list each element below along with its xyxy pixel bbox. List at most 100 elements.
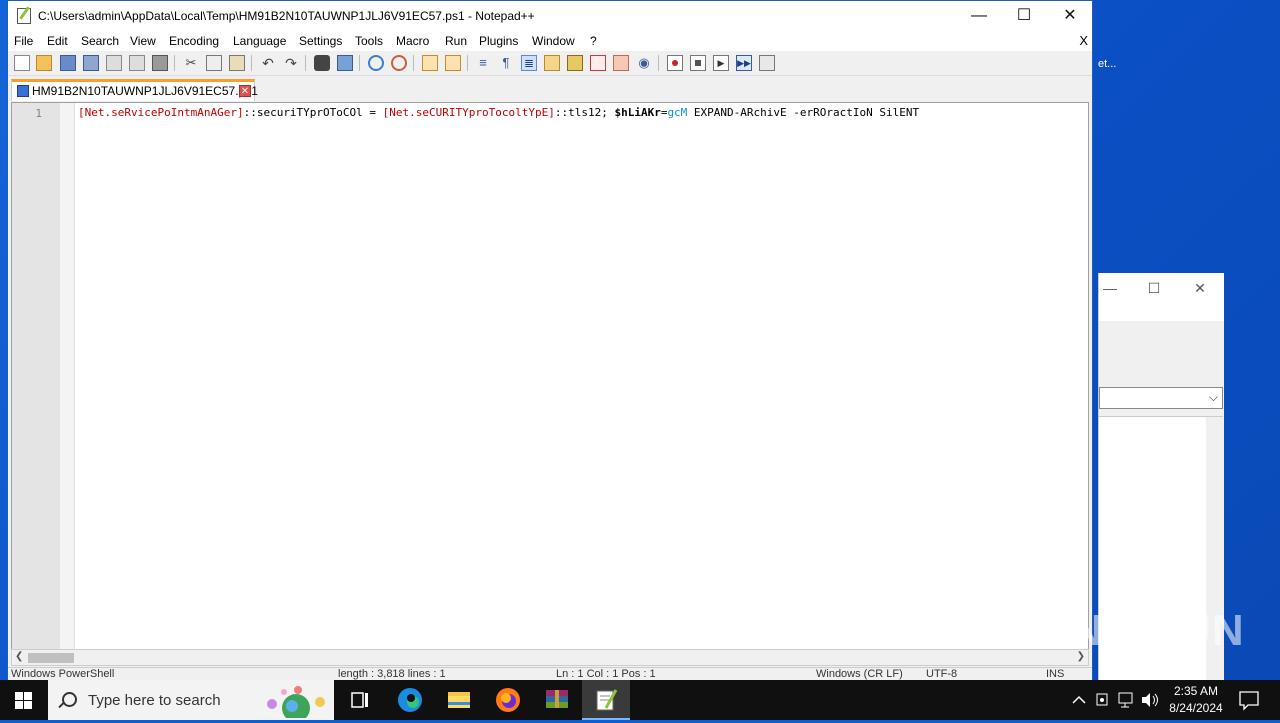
sync-vertical-icon[interactable]: [422, 55, 438, 71]
code-line[interactable]: [Net.seRvicePoIntmAnAGer]::securiTYprOTo…: [78, 106, 919, 119]
taskbar-firefox[interactable]: [484, 680, 532, 720]
tab-document[interactable]: HM91B2N10TAUWNP1JLJ6V91EC57.ps1 ✕: [11, 79, 258, 101]
background-window-combo[interactable]: ⌵: [1099, 387, 1223, 409]
function-list-icon[interactable]: [590, 55, 606, 71]
menu-language[interactable]: Language: [233, 34, 286, 48]
monitoring-icon[interactable]: ◉: [636, 55, 652, 71]
toolbar-separator: [413, 55, 414, 71]
save-macro-icon[interactable]: [759, 55, 775, 71]
volume-icon: [1142, 693, 1158, 707]
zoom-out-icon[interactable]: [391, 55, 407, 71]
close-document-icon[interactable]: X: [1079, 33, 1088, 48]
tray-network-button[interactable]: [1115, 680, 1137, 720]
run-multiple-icon[interactable]: ▶▶: [736, 55, 752, 71]
tab-close-icon[interactable]: ✕: [239, 85, 251, 97]
word-wrap-icon[interactable]: ≡: [475, 55, 491, 71]
start-button[interactable]: [0, 680, 48, 720]
paste-icon[interactable]: [229, 55, 245, 71]
menu-run[interactable]: Run: [445, 34, 467, 48]
menu-help[interactable]: ?: [590, 34, 597, 48]
maximize-button[interactable]: ☐: [1001, 1, 1047, 31]
task-view-button[interactable]: [336, 680, 384, 720]
status-mode: INS: [1046, 668, 1065, 680]
editor[interactable]: 1 [Net.seRvicePoIntmAnAGer]::securiTYprO…: [11, 102, 1089, 650]
record-macro-icon[interactable]: [667, 55, 683, 71]
firefox-icon: [496, 688, 520, 712]
taskbar-notepadpp[interactable]: [582, 680, 630, 720]
title-bar[interactable]: C:\Users\admin\AppData\Local\Temp\HM91B2…: [8, 1, 1092, 31]
clock-date: 8/24/2024: [1169, 701, 1223, 715]
menu-view[interactable]: View: [130, 34, 156, 48]
menu-file[interactable]: File: [14, 34, 33, 48]
code-token-operator: ::tls12;: [554, 106, 615, 119]
toolbar-separator: [467, 55, 468, 71]
folder-as-workspace-icon[interactable]: [613, 55, 629, 71]
tab-bar: HM91B2N10TAUWNP1JLJ6V91EC57.ps1 ✕: [8, 77, 1092, 101]
background-window-titlebar[interactable]: — ☐ ✕: [1099, 273, 1224, 321]
close-button[interactable]: ✕: [1047, 1, 1093, 31]
status-language: Windows PowerShell: [11, 668, 115, 680]
tab-label: HM91B2N10TAUWNP1JLJ6V91EC57.ps1: [32, 84, 258, 98]
taskbar-winrar[interactable]: [533, 680, 581, 720]
playback-icon[interactable]: ▶: [713, 55, 729, 71]
save-all-icon[interactable]: [83, 55, 99, 71]
menu-search[interactable]: Search: [81, 34, 119, 48]
network-icon: [1118, 692, 1133, 708]
fold-margin[interactable]: [60, 103, 75, 649]
menu-window[interactable]: Window: [532, 34, 575, 48]
find-icon[interactable]: [314, 55, 330, 71]
desktop-item-label[interactable]: et...: [1098, 58, 1116, 70]
notifications-button[interactable]: [1234, 680, 1264, 720]
zoom-in-icon[interactable]: [368, 55, 384, 71]
menu-macro[interactable]: Macro: [396, 34, 429, 48]
taskbar-edge[interactable]: [386, 680, 434, 720]
code-token-variable: $hLiAKr: [614, 106, 661, 119]
menu-encoding[interactable]: Encoding: [169, 34, 219, 48]
menu-settings[interactable]: Settings: [299, 34, 342, 48]
minimize-icon[interactable]: —: [1095, 277, 1125, 299]
chevron-down-icon[interactable]: ⌵: [1209, 390, 1218, 405]
notepadpp-window[interactable]: C:\Users\admin\AppData\Local\Temp\HM91B2…: [7, 0, 1093, 682]
show-hidden-icons-button[interactable]: [1068, 680, 1090, 720]
user-defined-language-icon[interactable]: [544, 55, 560, 71]
toolbar-separator: [359, 55, 360, 71]
undo-icon[interactable]: ↶: [260, 55, 276, 71]
search-box[interactable]: Type here to search: [48, 680, 334, 720]
horizontal-scrollbar[interactable]: ❮ ❯: [11, 649, 1089, 666]
status-eol: Windows (CR LF): [816, 668, 903, 680]
menu-plugins[interactable]: Plugins: [479, 34, 518, 48]
taskbar-file-explorer[interactable]: [435, 680, 483, 720]
line-number: 1: [35, 107, 42, 120]
maximize-icon[interactable]: ☐: [1139, 277, 1169, 299]
replace-icon[interactable]: [337, 55, 353, 71]
document-map-icon[interactable]: [567, 55, 583, 71]
minimize-button[interactable]: —: [956, 1, 1002, 31]
scroll-thumb[interactable]: [28, 653, 74, 663]
close-all-icon[interactable]: [129, 55, 145, 71]
task-view-icon: [351, 692, 368, 708]
indent-guide-icon[interactable]: ≣: [521, 55, 537, 71]
save-status-icon: [17, 85, 29, 97]
scroll-left-icon[interactable]: ❮: [15, 651, 23, 662]
close-file-icon[interactable]: [106, 55, 122, 71]
cut-icon[interactable]: ✂: [183, 55, 199, 71]
watermark-logo: ANY RUN: [1038, 606, 1245, 655]
tray-device-button[interactable]: [1092, 680, 1114, 720]
tray-volume-button[interactable]: [1139, 680, 1161, 720]
print-icon[interactable]: [152, 55, 168, 71]
save-icon[interactable]: [60, 55, 76, 71]
open-folder-icon[interactable]: [36, 55, 52, 71]
clock[interactable]: 2:35 AM 8/24/2024: [1160, 683, 1232, 717]
stop-recording-icon[interactable]: [690, 55, 706, 71]
status-encoding: UTF-8: [926, 668, 958, 680]
new-file-icon[interactable]: [14, 55, 30, 71]
menu-edit[interactable]: Edit: [47, 34, 68, 48]
notepadpp-app-icon: [17, 8, 31, 24]
redo-icon[interactable]: ↷: [283, 55, 299, 71]
copy-icon[interactable]: [206, 55, 222, 71]
sync-horizontal-icon[interactable]: [445, 55, 461, 71]
show-all-characters-icon[interactable]: ¶: [498, 55, 514, 71]
folder-icon: [448, 692, 470, 708]
menu-tools[interactable]: Tools: [355, 34, 383, 48]
close-icon[interactable]: ✕: [1185, 277, 1215, 299]
